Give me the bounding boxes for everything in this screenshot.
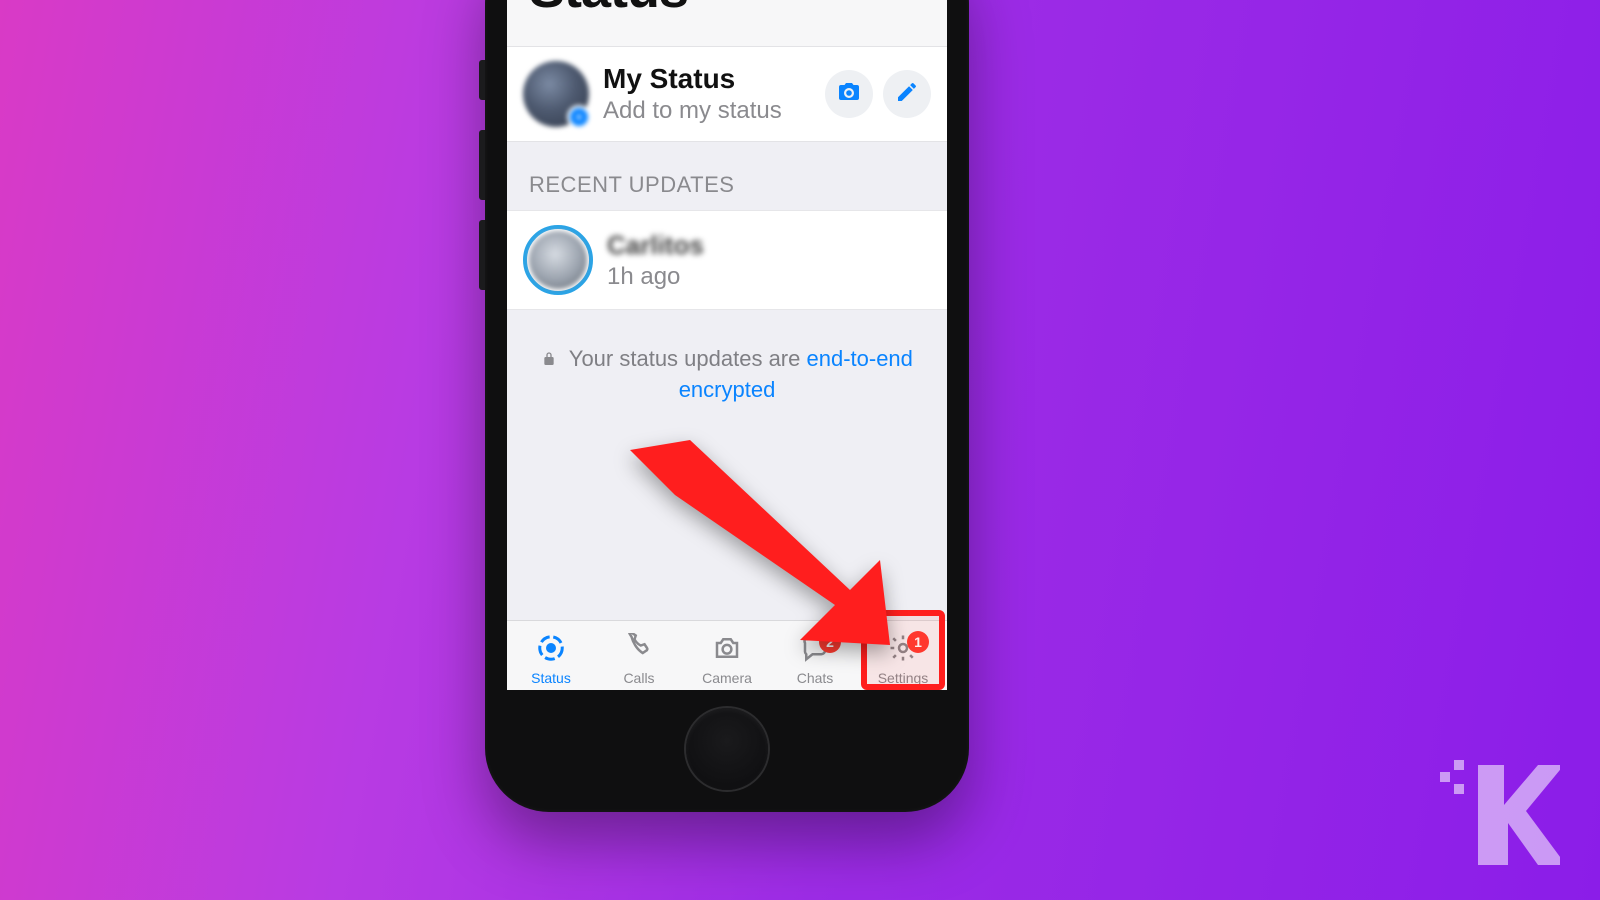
phone-side-button xyxy=(479,220,485,290)
encryption-note-text: Your status updates are xyxy=(569,346,807,371)
tab-status[interactable]: Status xyxy=(511,633,591,686)
phone-frame: Status My Status Add to my status xyxy=(485,0,969,812)
chats-badge: 2 xyxy=(819,631,841,653)
my-status-text: My Status Add to my status xyxy=(603,63,815,125)
tab-label: Status xyxy=(531,670,571,686)
home-button[interactable] xyxy=(686,708,768,790)
recent-updates-header: RECENT UPDATES xyxy=(507,142,947,210)
phone-icon xyxy=(624,633,654,668)
contact-name: Carlitos xyxy=(607,230,704,261)
tab-bar: Status Calls Camera xyxy=(507,620,947,690)
background: Status My Status Add to my status xyxy=(0,0,1600,900)
status-ring xyxy=(523,225,593,295)
tab-settings[interactable]: 1 Settings xyxy=(863,633,943,686)
tab-calls[interactable]: Calls xyxy=(599,633,679,686)
phone-side-button xyxy=(479,60,485,100)
tab-label: Chats xyxy=(797,670,834,686)
pencil-icon xyxy=(895,80,919,109)
status-tab-icon xyxy=(536,633,566,668)
my-status-row[interactable]: My Status Add to my status xyxy=(507,46,947,142)
camera-icon xyxy=(712,633,742,668)
phone-side-button xyxy=(479,130,485,200)
status-timestamp: 1h ago xyxy=(607,263,704,291)
status-update-row[interactable]: Carlitos 1h ago xyxy=(507,210,947,310)
contact-avatar xyxy=(529,231,587,289)
watermark-k-logo xyxy=(1440,760,1560,870)
page-title: Status xyxy=(529,0,925,20)
tab-camera[interactable]: Camera xyxy=(687,633,767,686)
camera-icon xyxy=(837,80,861,109)
my-status-subtitle: Add to my status xyxy=(603,97,815,125)
status-compose-button[interactable] xyxy=(883,70,931,118)
status-camera-button[interactable] xyxy=(825,70,873,118)
add-status-plus-icon xyxy=(567,105,591,129)
encryption-note: Your status updates are end-to-end encry… xyxy=(507,344,947,405)
tab-label: Camera xyxy=(702,670,752,686)
status-header: Status xyxy=(507,0,947,46)
lock-icon xyxy=(541,345,557,375)
tab-chats[interactable]: 2 Chats xyxy=(775,633,855,686)
my-status-title: My Status xyxy=(603,63,815,95)
settings-badge: 1 xyxy=(907,631,929,653)
tab-label: Calls xyxy=(623,670,654,686)
tab-label: Settings xyxy=(878,670,929,686)
phone-screen: Status My Status Add to my status xyxy=(507,0,947,690)
my-status-avatar[interactable] xyxy=(523,61,589,127)
